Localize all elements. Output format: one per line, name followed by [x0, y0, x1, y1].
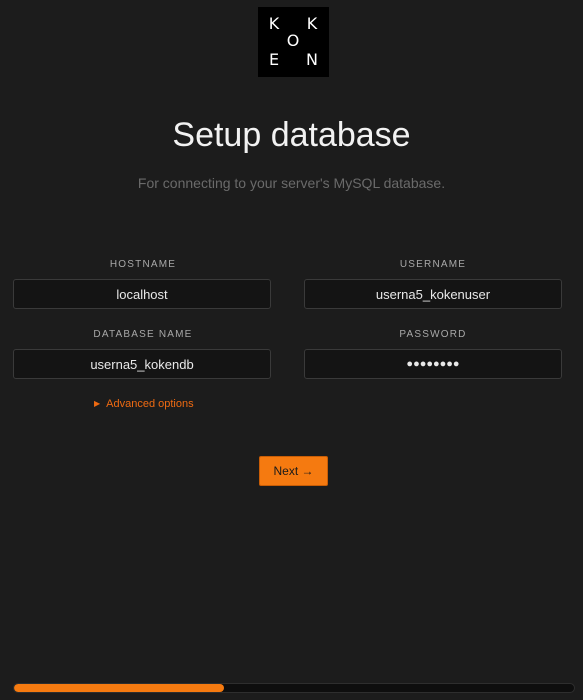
- database-name-label: DATABASE NAME: [93, 329, 193, 340]
- username-label: USERNAME: [399, 259, 467, 270]
- username-input[interactable]: [304, 279, 562, 309]
- logo-letter: O: [286, 31, 300, 50]
- database-name-input[interactable]: [13, 349, 271, 379]
- setup-page: K K O E N Setup database For connecting …: [0, 0, 583, 700]
- password-input[interactable]: [304, 349, 562, 379]
- koken-logo: K K O E N: [258, 7, 329, 77]
- page-subtitle: For connecting to your server's MySQL da…: [137, 175, 446, 191]
- triangle-right-icon: ▶: [94, 399, 101, 408]
- next-button[interactable]: Next →: [259, 456, 328, 486]
- password-label: PASSWORD: [399, 329, 467, 340]
- setup-progress-bar: [13, 683, 575, 693]
- logo-letter: N: [306, 50, 318, 69]
- advanced-options-label: Advanced options: [106, 398, 194, 410]
- logo-letter: K: [268, 14, 280, 33]
- hostname-label: HOSTNAME: [109, 259, 177, 270]
- logo-letter: K: [306, 14, 318, 33]
- hostname-input[interactable]: [13, 279, 271, 309]
- page-title: Setup database: [172, 116, 411, 154]
- logo-letter: E: [268, 50, 280, 69]
- advanced-options-toggle[interactable]: ▶ Advanced options: [94, 398, 194, 410]
- setup-progress-fill: [14, 684, 224, 692]
